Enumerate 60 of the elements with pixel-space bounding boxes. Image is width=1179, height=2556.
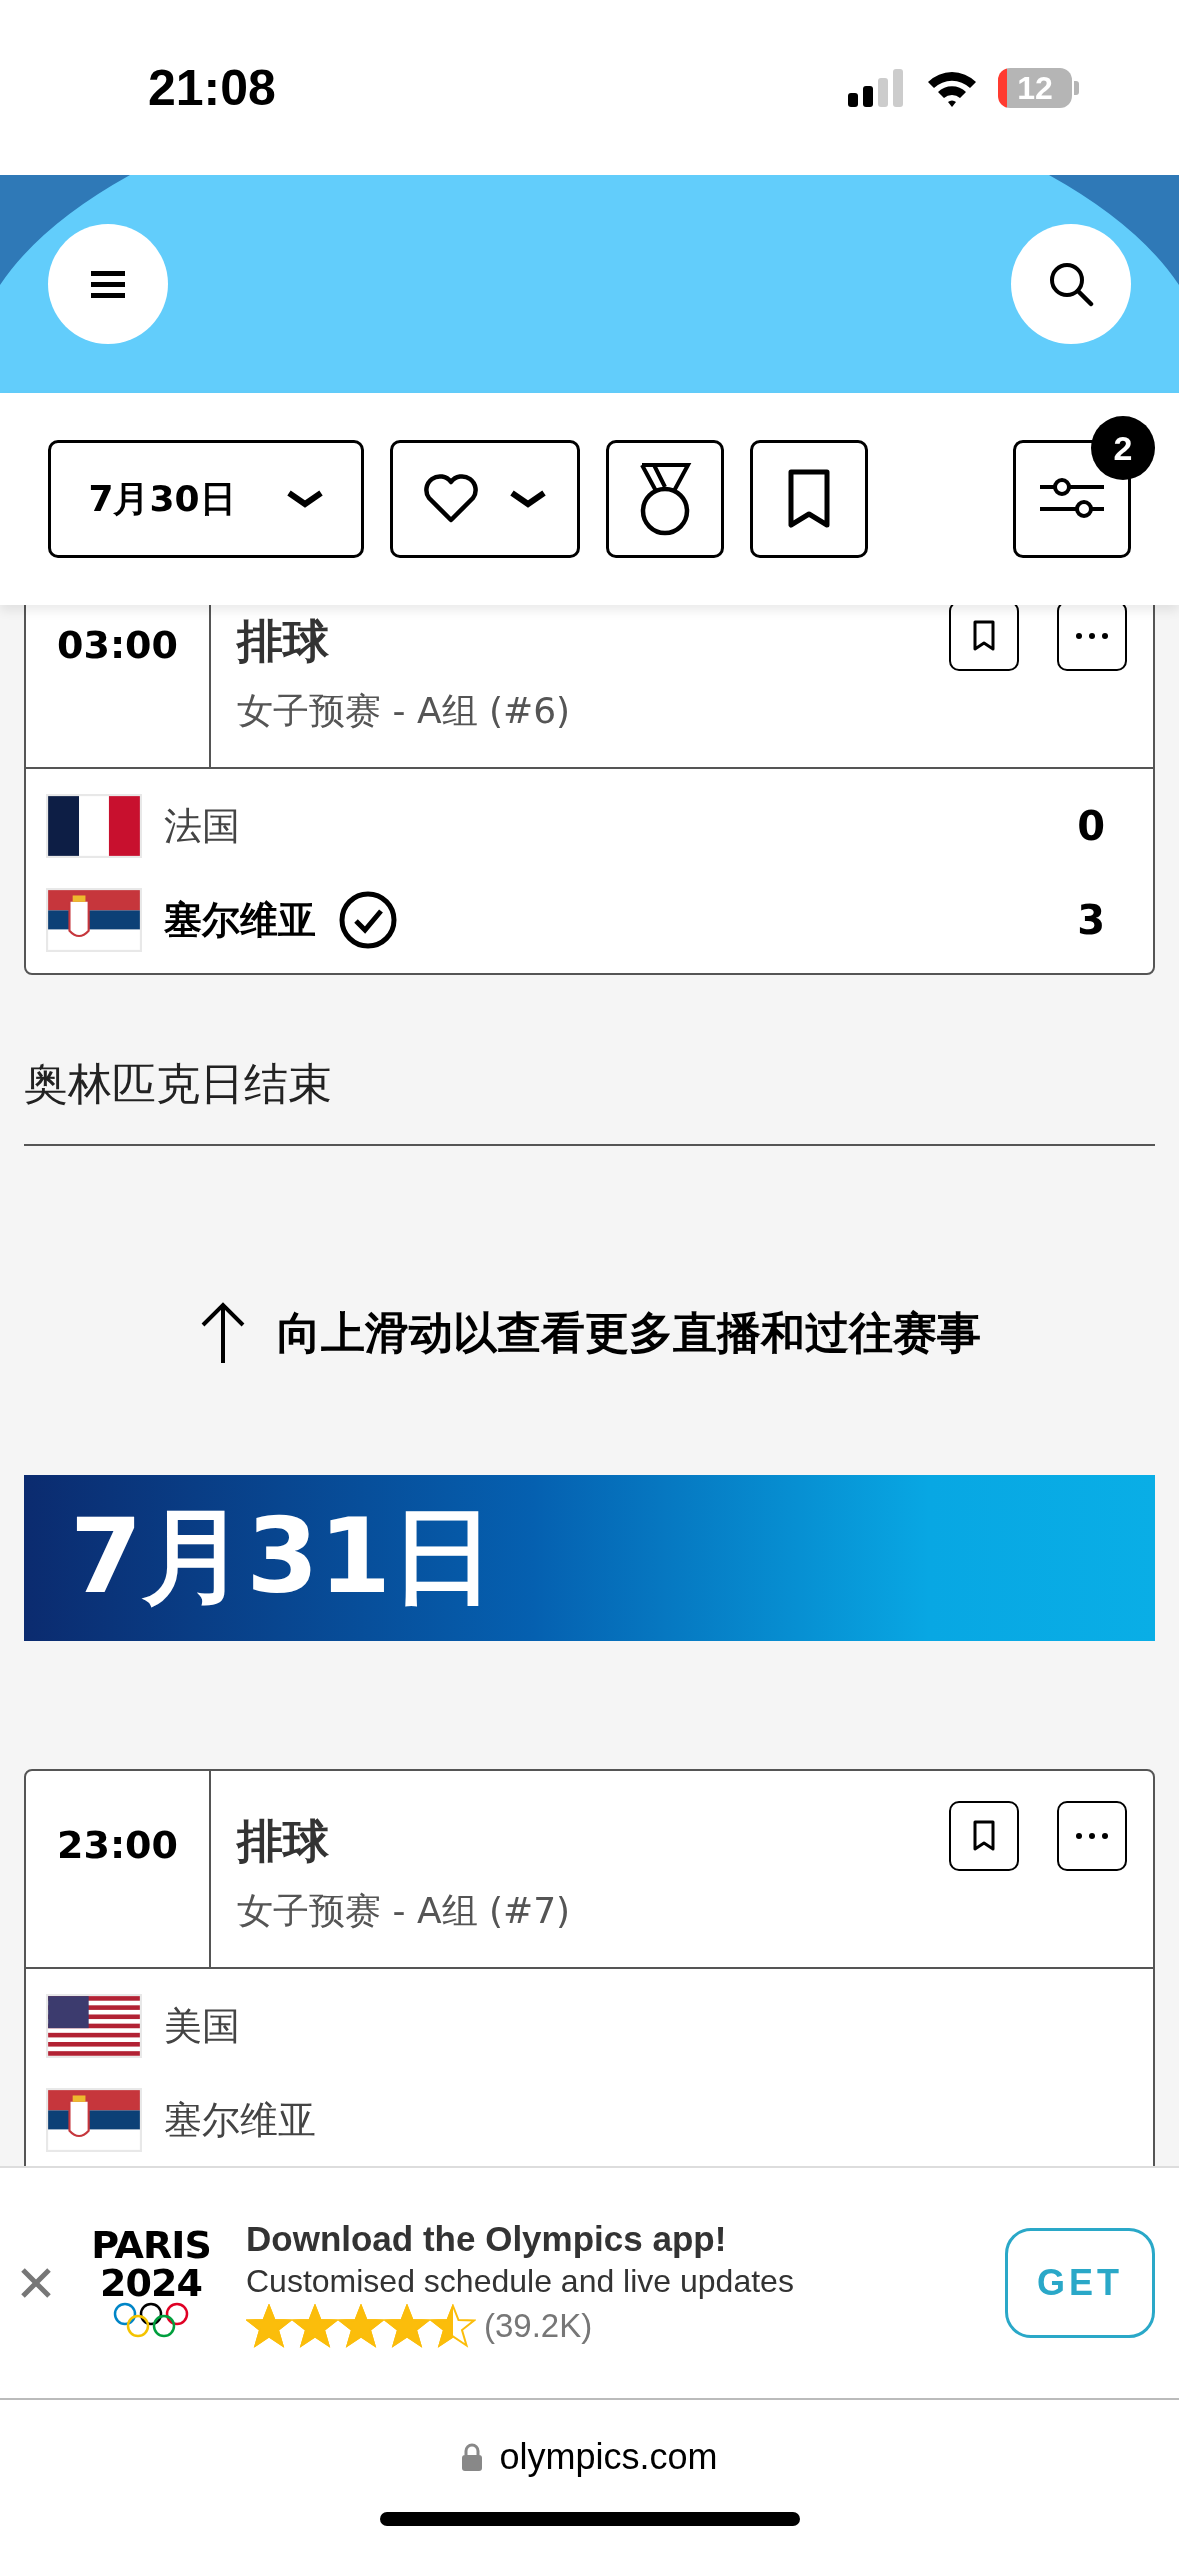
sport-name: 排球 [237,1813,330,1870]
match-time: 23:00 [26,1771,211,1967]
bookmark-button[interactable] [949,605,1019,671]
bookmark-icon [972,1820,996,1852]
status-time: 21:08 [148,58,276,117]
app-subtitle: Customised schedule and live updates [246,2262,795,2300]
star-icon [292,2303,338,2348]
star-icon [338,2303,384,2348]
date-dropdown[interactable]: 7月30日 [48,440,364,558]
menu-icon [91,269,125,299]
bookmark-button[interactable] [949,1801,1019,1871]
match-time: 03:00 [26,605,211,767]
check-circle-icon [338,890,398,950]
day-end-text: 奥林匹克日结束 [24,1055,1155,1146]
signal-icon [848,68,906,107]
team-score: 3 [1077,897,1106,943]
favorites-dropdown[interactable] [390,440,580,558]
team-name: 美国 [164,2002,240,2050]
rating-count: (39.2K) [484,2306,593,2345]
match-card[interactable]: 03:00 排球 女子预赛 - A组 (#6) 法国 0 塞尔维亚 3 [24,605,1155,975]
star-icon [430,2303,476,2348]
event-name: 女子预赛 - A组 (#6) [237,689,572,733]
flag-icon [46,888,142,952]
rings-icon [111,2302,191,2340]
sport-name: 排球 [237,613,330,670]
star-icon [246,2303,292,2348]
bookmark-icon [972,620,996,652]
team-name: 塞尔维亚 [164,896,316,944]
more-icon [1074,632,1110,640]
lock-icon [461,2442,484,2472]
logo-text: PARIS [91,2226,211,2264]
sliders-icon [1040,477,1104,521]
team-name: 法国 [164,802,240,850]
url-text: olympics.com [499,2436,718,2478]
bookmark-icon [787,469,831,529]
chevron-icon [509,489,547,509]
scroll-hint-text: 向上滑动以查看更多直播和过往赛事 [276,1305,981,1360]
more-icon [1074,1832,1110,1840]
medal-icon [638,461,692,537]
medal-button[interactable] [606,440,724,558]
logo-text: 2024 [100,2264,202,2302]
team-score: 0 [1077,803,1106,849]
app-title: Download the Olympics app! [246,2218,728,2259]
match-card[interactable]: 23:00 排球 女子预赛 - A组 (#7) 美国 塞尔维亚 [24,1769,1155,2166]
bookmark-button[interactable] [750,440,868,558]
search-icon [1048,261,1094,307]
battery-level: 12 [998,67,1072,108]
team-name: 塞尔维亚 [164,2096,316,2144]
flag-icon [46,794,142,858]
heart-icon [423,474,479,524]
flag-icon [46,2088,142,2152]
filter-count-badge: 2 [1091,416,1155,480]
battery-cap [1074,80,1079,95]
flag-icon [46,1994,142,2058]
date-banner: 7月31日 [24,1475,1155,1641]
star-icon [384,2303,430,2348]
chevron-icon [285,489,324,509]
event-name: 女子预赛 - A组 (#7) [237,1889,572,1933]
more-button[interactable] [1057,1801,1127,1871]
more-button[interactable] [1057,605,1127,671]
